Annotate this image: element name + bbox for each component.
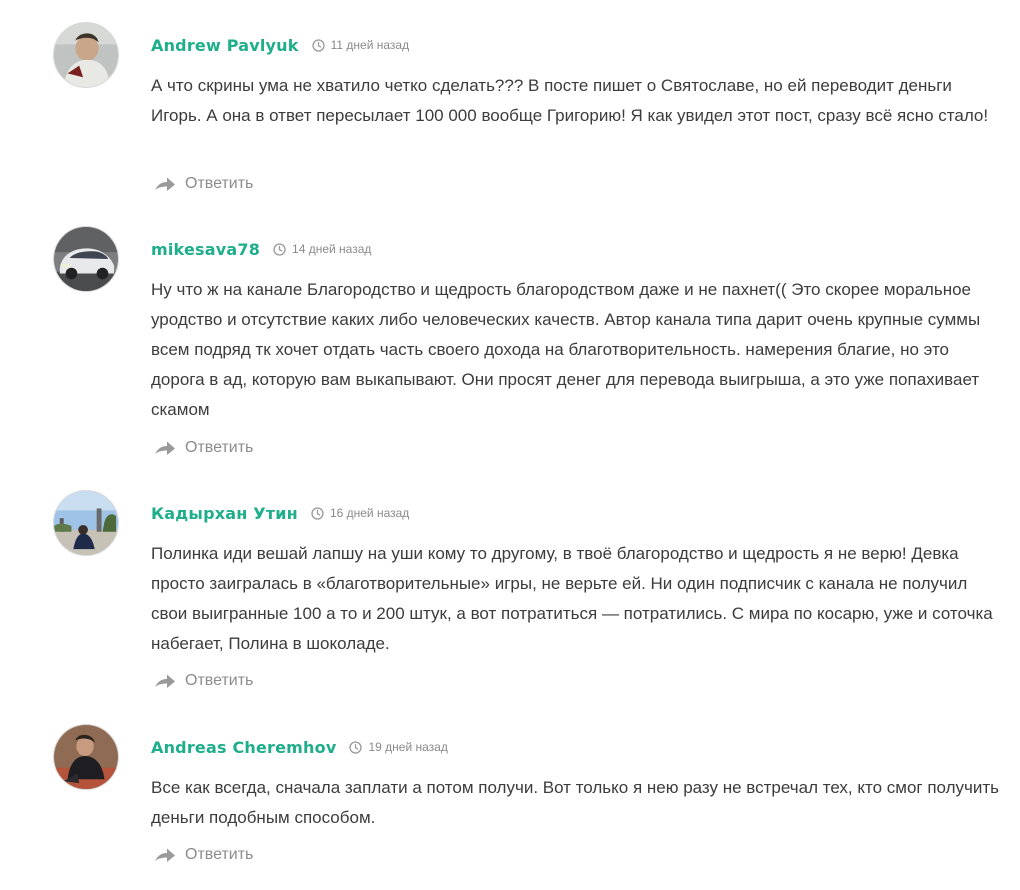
reply-arrow-icon [154, 176, 176, 192]
comment-meta: Andrew Pavlyuk 11 дней назад [151, 34, 409, 56]
reply-button[interactable]: Ответить [154, 843, 253, 867]
comment-date[interactable]: 11 дней назад [331, 38, 409, 52]
comment-meta: Кадырхан Утин 16 дней назад [151, 502, 409, 524]
comment-author-link[interactable]: Andrew Pavlyuk [151, 36, 299, 55]
car-photo-icon [54, 227, 118, 291]
landscape-photo-icon [54, 491, 118, 555]
clock-icon [311, 506, 324, 520]
clock-icon [349, 740, 363, 754]
reply-button[interactable]: Ответить [154, 436, 253, 460]
user-photo-icon [54, 23, 118, 87]
reply-button[interactable]: Ответить [154, 172, 253, 196]
comment-author-link[interactable]: Andreas Cheremhov [151, 738, 336, 757]
comment-date[interactable]: 16 дней назад [330, 506, 409, 520]
avatar[interactable] [53, 490, 119, 556]
reply-label: Ответить [185, 439, 254, 456]
reply-button[interactable]: Ответить [154, 669, 253, 693]
reply-label: Ответить [185, 175, 254, 192]
clock-icon [273, 242, 286, 256]
avatar[interactable] [53, 226, 119, 292]
comment-text: А что скрины ума не хватило четко сделат… [151, 76, 989, 125]
comment-author-link[interactable]: mikesava78 [151, 240, 260, 259]
avatar[interactable] [53, 22, 119, 88]
comment-text: Ну что ж на канале Благородство и щедрос… [151, 280, 981, 419]
reply-arrow-icon [154, 673, 176, 689]
comment-text: Полинка иди вешай лапшу на уши кому то д… [151, 544, 993, 653]
reply-arrow-icon [154, 847, 176, 863]
comment-meta: Andreas Cheremhov 19 дней назад [151, 736, 448, 758]
comment-meta: mikesava78 14 дней назад [151, 238, 371, 260]
comment-author-link[interactable]: Кадырхан Утин [151, 504, 298, 523]
comment-text: Все как всегда, сначала заплати а потом … [151, 778, 1000, 827]
clock-icon [311, 38, 325, 52]
avatar[interactable] [53, 724, 119, 790]
reply-label: Ответить [185, 846, 254, 863]
comment-date[interactable]: 19 дней назад [368, 740, 447, 754]
user-photo-icon [54, 725, 118, 789]
reply-label: Ответить [185, 672, 254, 689]
comment-date[interactable]: 14 дней назад [292, 242, 371, 256]
reply-arrow-icon [154, 440, 176, 456]
